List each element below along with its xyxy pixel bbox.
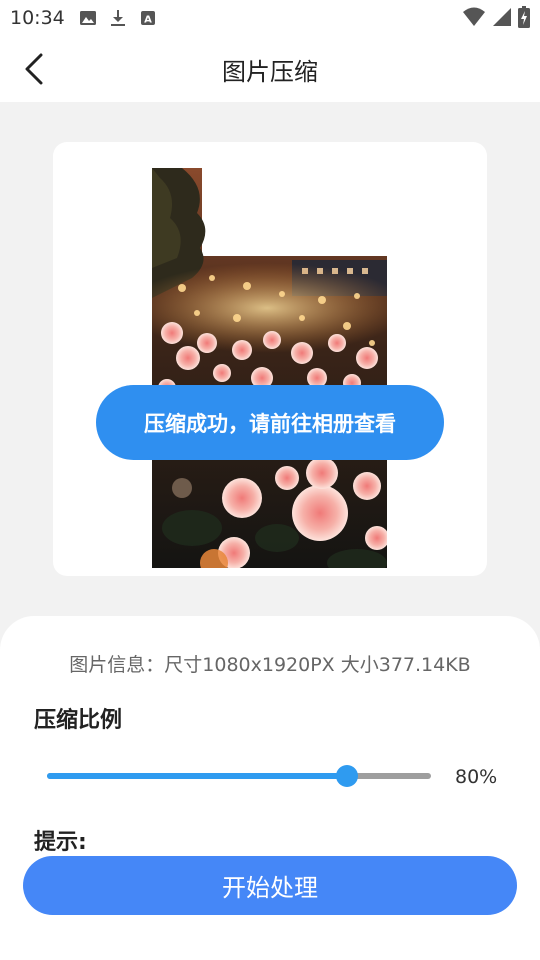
signal-icon xyxy=(493,8,511,26)
app-header: 图片压缩 xyxy=(0,36,540,102)
image-preview-card xyxy=(53,142,487,576)
download-icon xyxy=(110,10,125,26)
success-toast: 压缩成功，请前往相册查看 xyxy=(96,385,444,460)
image-preview[interactable] xyxy=(152,168,387,568)
battery-charging-icon xyxy=(518,6,530,28)
status-system-icons xyxy=(462,6,530,28)
image-icon xyxy=(79,11,96,25)
settings-panel: 图片信息：尺寸1080x1920PX 大小377.14KB 压缩比例 80% 提… xyxy=(0,616,540,960)
status-time: 10:34 xyxy=(10,7,65,29)
svg-text:A: A xyxy=(144,15,152,26)
status-bar: 10:34 A xyxy=(0,0,540,36)
wifi-icon xyxy=(463,7,485,26)
tip-title: 提示: xyxy=(34,830,87,855)
image-info-text: 图片信息：尺寸1080x1920PX 大小377.14KB xyxy=(69,654,471,676)
compression-ratio-title: 压缩比例 xyxy=(34,708,123,733)
font-icon: A xyxy=(140,11,155,26)
slider-thumb[interactable] xyxy=(335,765,358,787)
slider-fill xyxy=(47,773,347,779)
rose-photo-image xyxy=(152,168,387,568)
back-button[interactable] xyxy=(16,50,52,88)
page-title: 图片压缩 xyxy=(222,57,318,86)
start-processing-button[interactable]: 开始处理 xyxy=(23,856,517,915)
compression-ratio-value: 80% xyxy=(455,766,498,788)
chevron-left-icon xyxy=(25,53,43,85)
compression-ratio-slider[interactable] xyxy=(47,765,431,787)
status-notification-icons: A xyxy=(79,9,157,27)
